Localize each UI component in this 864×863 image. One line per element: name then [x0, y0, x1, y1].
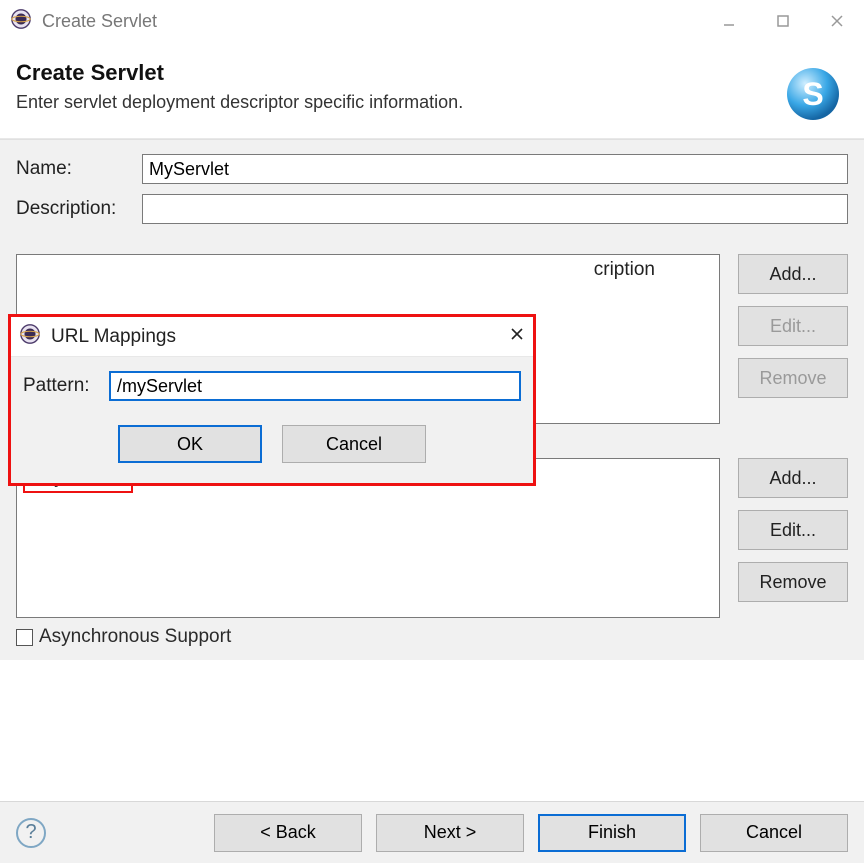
eclipse-icon	[10, 8, 32, 35]
pattern-label: Pattern:	[23, 375, 109, 397]
url-mappings-edit-button[interactable]: Edit...	[738, 510, 848, 550]
wizard-header: Create Servlet Enter servlet deployment …	[0, 42, 864, 139]
dialog-titlebar: URL Mappings	[11, 317, 533, 357]
async-support-checkbox[interactable]	[16, 629, 33, 646]
name-label: Name:	[16, 158, 142, 180]
cancel-button[interactable]: Cancel	[700, 814, 848, 852]
url-mappings-add-button[interactable]: Add...	[738, 458, 848, 498]
name-input[interactable]	[142, 154, 848, 184]
url-mappings-remove-button[interactable]: Remove	[738, 562, 848, 602]
svg-text:S: S	[802, 76, 823, 112]
servlet-wizard-icon: S	[778, 60, 848, 124]
close-button[interactable]	[810, 0, 864, 42]
init-params-add-button[interactable]: Add...	[738, 254, 848, 294]
description-label: Description:	[16, 198, 142, 220]
close-icon	[829, 13, 845, 29]
minimize-icon	[722, 14, 736, 28]
pattern-input[interactable]	[109, 371, 521, 401]
init-params-remove-button[interactable]: Remove	[738, 358, 848, 398]
wizard-footer: ? < Back Next > Finish Cancel	[0, 801, 864, 863]
close-icon	[509, 326, 525, 342]
window-controls	[702, 0, 864, 42]
url-mappings-dialog: URL Mappings Pattern: OK Cancel	[8, 314, 536, 486]
init-params-column-fragment: cription	[594, 259, 715, 419]
window-titlebar: Create Servlet	[0, 0, 864, 42]
async-support-label: Asynchronous Support	[39, 626, 231, 648]
window-title: Create Servlet	[42, 11, 157, 32]
maximize-icon	[776, 14, 790, 28]
dialog-cancel-button[interactable]: Cancel	[282, 425, 426, 463]
wizard-title: Create Servlet	[16, 60, 778, 86]
help-icon: ?	[25, 821, 36, 844]
dialog-ok-button[interactable]: OK	[118, 425, 262, 463]
description-input[interactable]	[142, 194, 848, 224]
async-support-row[interactable]: Asynchronous Support	[16, 626, 848, 648]
minimize-button[interactable]	[702, 0, 756, 42]
help-button[interactable]: ?	[16, 818, 46, 848]
wizard-subtitle: Enter servlet deployment descriptor spec…	[16, 92, 778, 113]
create-servlet-window: Create Servlet Create Servlet Enter serv…	[0, 0, 864, 863]
maximize-button[interactable]	[756, 0, 810, 42]
finish-button[interactable]: Finish	[538, 814, 686, 852]
back-button[interactable]: < Back	[214, 814, 362, 852]
dialog-close-button[interactable]	[509, 326, 525, 348]
init-params-edit-button[interactable]: Edit...	[738, 306, 848, 346]
dialog-title: URL Mappings	[51, 326, 176, 348]
eclipse-icon	[19, 323, 41, 350]
next-button[interactable]: Next >	[376, 814, 524, 852]
